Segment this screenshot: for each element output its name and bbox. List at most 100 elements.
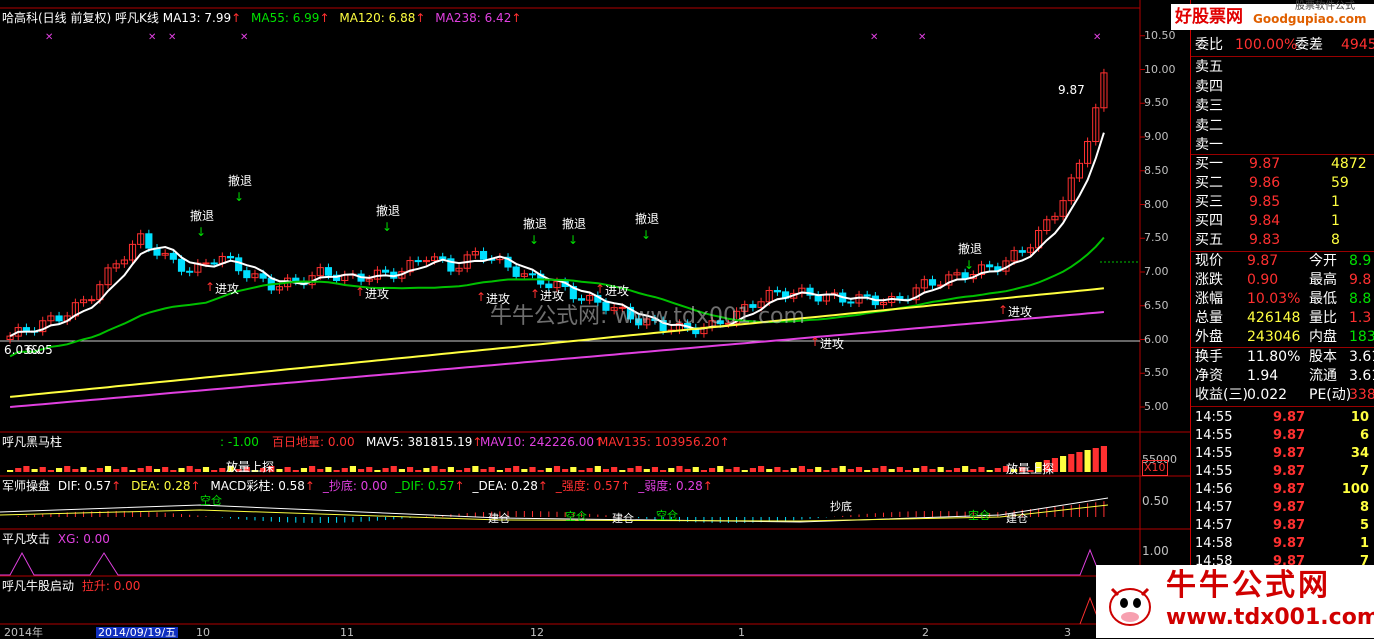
volume-bar: [333, 470, 340, 472]
volume-bar: [823, 470, 830, 472]
volume-bar: [798, 466, 805, 472]
x-label-year: 2014年: [4, 626, 43, 639]
vol-text2: 放量上探: [1006, 462, 1055, 476]
mav135-value: MAV135: 103956.20↑: [598, 435, 730, 449]
volume-bar: [578, 470, 585, 472]
volume-bar: [398, 469, 405, 472]
signal-arrow-icon: ↓: [529, 233, 539, 247]
ma238-value: MA238: 6.42: [435, 11, 512, 25]
volume-bar: [651, 467, 659, 472]
stat-row-4: 外盘243046内盘18310: [1195, 329, 1374, 345]
volume-bar: [896, 467, 903, 472]
volume-bar: [953, 468, 961, 472]
y-tick-7: 7.00: [1144, 265, 1169, 278]
indicator-name: 呼凡K线: [115, 11, 159, 25]
candle-body: [479, 250, 488, 260]
volume-bar: [937, 467, 944, 472]
candle-body: [1018, 250, 1026, 253]
volume-bar: [521, 469, 528, 472]
x-label-cursor-date[interactable]: 2014/09/19/五: [96, 627, 179, 638]
stat-row-6: 净资1.94流通3.61亿: [1195, 368, 1374, 384]
macd-signal-label: 空仓: [656, 508, 678, 522]
volume-bar: [317, 469, 324, 472]
candle-body: [863, 294, 871, 297]
ma55-value: MA55: 6.99: [251, 11, 320, 25]
weibi-row: 委比 100.00% 委差 4945: [1195, 37, 1374, 53]
candle-body: [986, 264, 994, 268]
ask-row-3: 卖二: [1195, 117, 1223, 134]
volume-bar: [913, 468, 920, 472]
volume-bar: [31, 469, 38, 472]
volume-bar: [1076, 452, 1083, 472]
tick-row-0: 14:55 9.87 10: [1195, 410, 1369, 425]
volume-bar: [194, 469, 201, 472]
candle-body: [210, 262, 218, 265]
signal-retreat-label: 撤退: [376, 203, 400, 218]
top-marker-icon: ✕: [45, 32, 53, 43]
volume-bar: [872, 468, 879, 472]
volume-bar: [309, 466, 316, 472]
y-tick-10: 5.50: [1144, 366, 1169, 380]
macd-signal-label: 建仓: [1006, 511, 1028, 525]
stock-title: 哈高科(日线 前复权): [2, 11, 112, 25]
ma120-value: MA120: 6.88: [339, 11, 416, 25]
macd-dif: DIF: 0.57: [57, 479, 112, 493]
volume-bar: [431, 466, 438, 472]
macd-panel-header: 军师操盘 DIF: 0.57↑ DEA: 0.28↑ MACD彩柱: 0.58↑…: [2, 479, 713, 493]
volume-bar: [676, 466, 683, 472]
macd-signal-label: 空仓: [968, 508, 990, 522]
stat-row-1: 涨跌 0.90 最高 9.8: [1195, 272, 1372, 288]
y-tick-4: 8.50: [1144, 163, 1169, 177]
macd-dea2: _DEA: 0.28: [472, 479, 538, 493]
ma13-arrow: ↑: [231, 11, 242, 25]
macd-signal-label: 建仓: [612, 511, 634, 525]
volume-bar: [790, 468, 797, 472]
ask-row-4: 卖一: [1195, 137, 1223, 153]
volume-bar: [994, 468, 1001, 472]
volume-bar: [782, 470, 789, 472]
volume-bar: [529, 467, 536, 472]
xg-panel-title: 平凡攻击: [2, 532, 51, 546]
volume-bar: [202, 467, 210, 472]
volume-bar: [488, 467, 495, 472]
top-marker-icon: ✕: [870, 32, 878, 43]
tick-row-2: 14:55 9.87 34: [1195, 446, 1369, 461]
signal-arrow-icon: ↓: [568, 233, 578, 247]
volume-bar: [594, 466, 601, 472]
quote-panel: 委比 100.00% 委差 4945 卖五 卖四 卖三 卖二 卖一 买一 9.87 4872 买二 9.8…: [1190, 0, 1374, 638]
volume-bar: [439, 469, 446, 472]
volume-bar: [23, 466, 30, 472]
site-logo[interactable]: 牛牛公式网 www.tdx001.com: [1096, 565, 1374, 638]
x-label-mar: 3: [1064, 626, 1071, 639]
ma13-value: MA13: 7.99: [162, 11, 232, 25]
vol-unit-badge: X10: [1142, 460, 1168, 476]
volume-bar: [806, 469, 814, 472]
bid-row-4: 买五 9.83 8: [1195, 232, 1340, 248]
volume-bar: [472, 466, 479, 472]
signal-arrow-icon: ↑: [595, 282, 605, 296]
volume-bar: [904, 470, 912, 472]
volume-bar: [725, 469, 732, 472]
volume-bar: [921, 466, 928, 472]
volume-bar: [749, 468, 756, 472]
vol-text1: 放量上探: [226, 460, 275, 474]
volume-bar: [888, 469, 895, 472]
volume-bar: [684, 469, 691, 472]
top-marker-icon: ✕: [148, 32, 156, 43]
signal-arrow-icon: ↓: [382, 220, 392, 234]
brand-top: 好股票网: [1175, 7, 1243, 27]
signal-attack-label: 进攻: [540, 289, 564, 303]
brand-banner[interactable]: 好股票网 Goodgupiao.com 股票软件公式: [1171, 2, 1374, 30]
volume-bar: [692, 467, 699, 472]
volume-bar: [839, 466, 846, 472]
volume-bar: [153, 469, 161, 472]
x-label-feb: 2: [922, 626, 929, 639]
candle-body: [88, 299, 96, 302]
signal-arrow-icon: ↑: [476, 290, 486, 304]
volume-bar: [880, 466, 887, 472]
volume-bar: [864, 470, 871, 472]
top-marker-icon: ✕: [918, 32, 926, 43]
signal-attack-label: 进攻: [820, 337, 844, 351]
volume-bar: [480, 469, 487, 472]
macd-chaodi: _抄底: 0.00: [322, 479, 388, 493]
